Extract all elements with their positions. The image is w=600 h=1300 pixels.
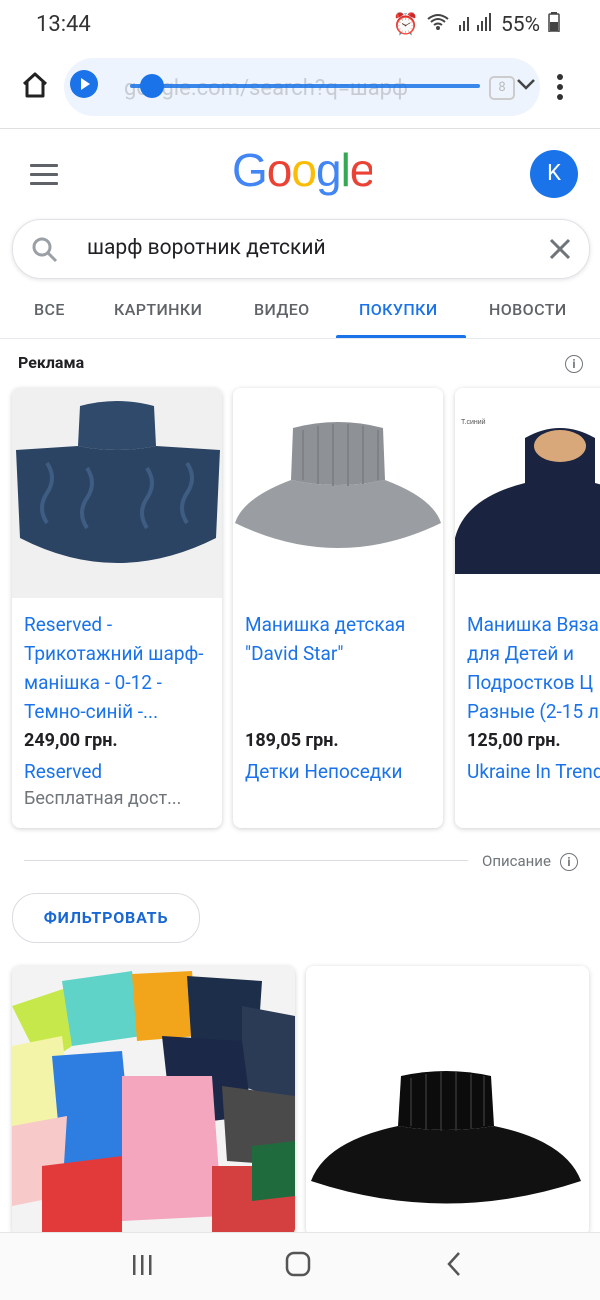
product-title[interactable]: Манишка детская "David Star" [245,610,435,668]
product-seller[interactable]: Ukraine In Trend [467,760,600,783]
account-avatar[interactable]: K [530,150,578,198]
divider [24,860,468,861]
more-vert-icon[interactable] [556,74,564,104]
result-image-card[interactable] [306,966,589,1236]
hamburger-menu-icon[interactable] [30,164,58,191]
product-card[interactable]: Манишка детская "David Star" 189,05 грн.… [233,388,443,828]
product-card[interactable]: Т.синий Манишка Вязаная для Детей и Подр… [455,388,600,828]
tab-all[interactable]: ВСЕ [34,300,65,319]
media-seek-bar[interactable] [130,84,480,88]
product-image[interactable] [306,966,589,1236]
product-seller[interactable]: Reserved [24,760,102,783]
tab-shopping[interactable]: ПОКУПКИ [359,300,438,319]
alarm-icon: ⏰ [392,13,419,37]
product-price: 125,00 грн. [467,730,561,751]
tab-count-button[interactable]: 8 [489,76,515,100]
product-price: 249,00 грн. [24,730,118,751]
recent-apps-icon[interactable] [130,1253,154,1281]
product-image[interactable]: Т.синий [455,388,600,598]
clear-icon[interactable] [547,236,573,266]
status-time: 13:44 [36,12,91,37]
tab-news[interactable]: НОВОСТИ [489,300,567,319]
svg-text:Google: Google [232,144,372,196]
description-label[interactable]: Описание [482,852,551,870]
search-query[interactable]: шарф воротник детский [87,236,326,260]
home-icon[interactable] [18,68,52,102]
info-icon[interactable]: i [565,355,583,373]
play-icon[interactable] [70,70,98,98]
tab-video[interactable]: ВИДЕО [254,300,310,319]
search-icon[interactable] [31,236,59,268]
battery-icon [548,12,560,38]
home-nav-icon[interactable] [285,1251,311,1281]
product-price: 189,05 грн. [245,730,339,751]
status-bar: 13:44 ⏰ 55% [0,0,600,48]
product-shipping: Бесплатная дост... [24,788,182,809]
chevron-down-icon[interactable] [514,74,538,99]
google-logo[interactable]: Google [232,144,375,210]
google-header: Google K [0,130,600,216]
result-image-card[interactable] [12,966,295,1236]
back-icon[interactable] [444,1251,464,1281]
product-image[interactable] [233,388,443,598]
system-nav-bar [0,1232,600,1300]
product-image[interactable] [12,966,295,1236]
product-image[interactable] [12,388,222,598]
product-title[interactable]: Reserved - Трикотажний шарф-манішка - 0-… [24,610,214,726]
product-title[interactable]: Манишка Вязаная для Детей и Подростков Ц… [467,610,600,726]
info-icon[interactable]: i [560,853,578,871]
seek-knob[interactable] [140,74,164,98]
search-tabs: ВСЕ КАРТИНКИ ВИДЕО ПОКУПКИ НОВОСТИ [0,290,600,339]
active-tab-indicator [336,335,466,338]
battery-percent: 55% [501,13,540,37]
wifi-icon [427,13,449,37]
product-seller[interactable]: Детки Непоседки [245,760,403,783]
browser-toolbar: google.com/search?q=шарф 8 [0,48,600,129]
filter-button[interactable]: ФИЛЬТРОВАТЬ [12,893,200,943]
search-box[interactable]: шарф воротник детский [12,219,590,279]
signal-icon [457,13,493,37]
image-caption: Т.синий [461,418,486,426]
product-card[interactable]: Reserved - Трикотажний шарф-манішка - 0-… [12,388,222,828]
tab-images[interactable]: КАРТИНКИ [114,300,202,319]
ads-label: Реклама [18,353,85,372]
url-text[interactable]: google.com/search?q=шарф [124,76,454,101]
status-icons: ⏰ 55% [393,12,560,38]
